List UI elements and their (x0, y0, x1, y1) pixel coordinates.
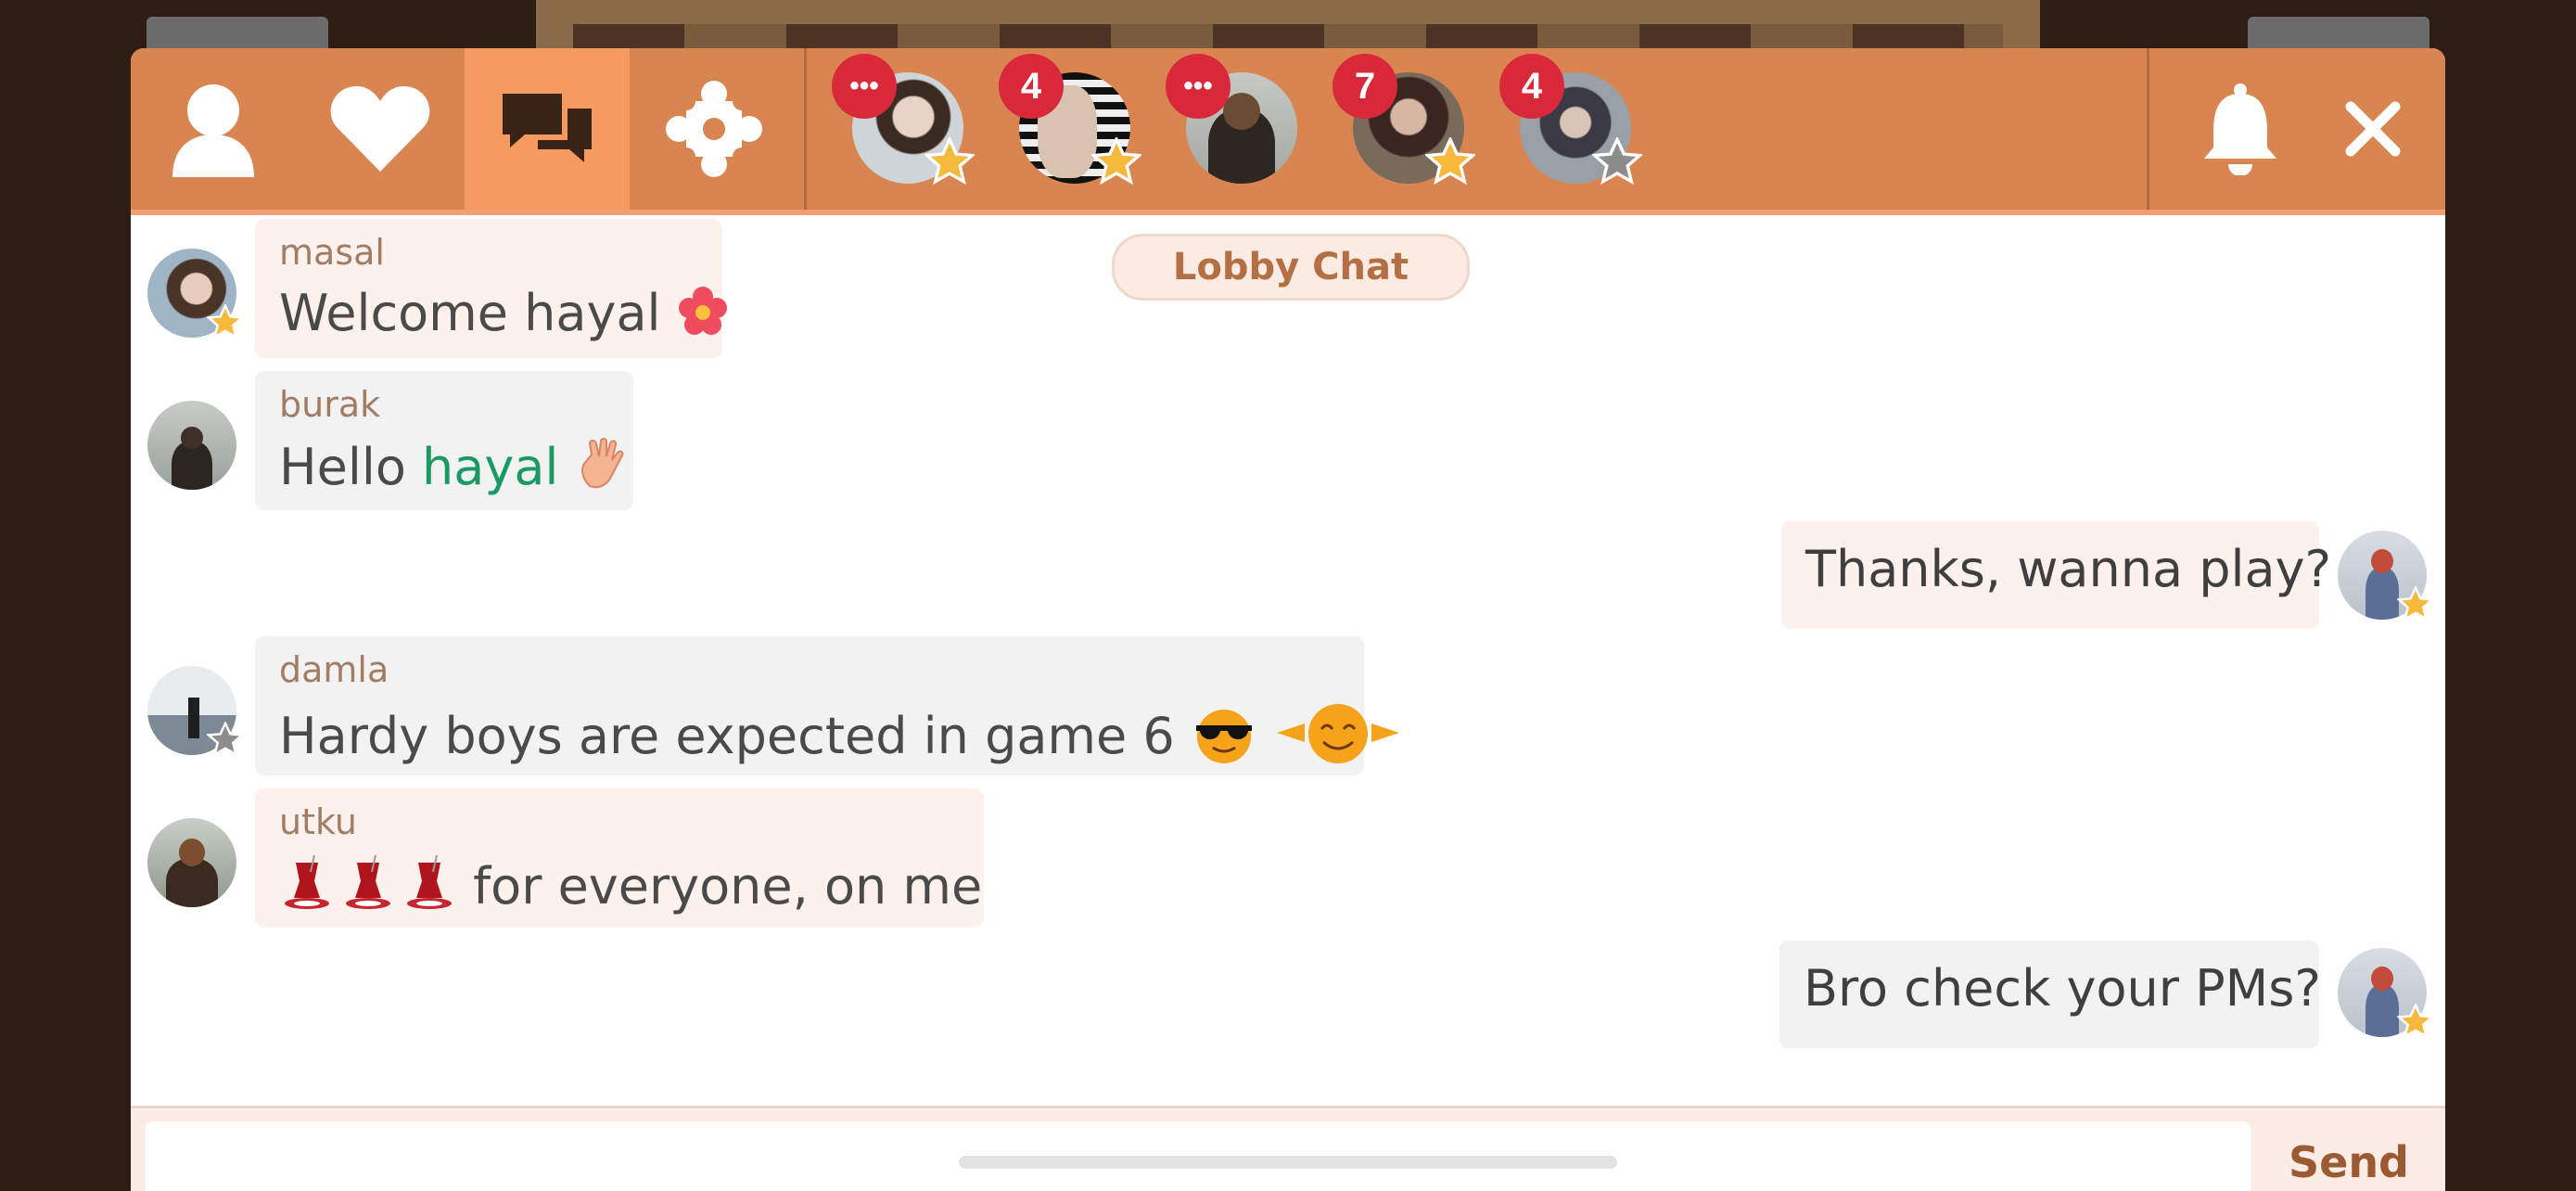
heart-icon (330, 86, 430, 172)
message-text-row: Welcome hayal (279, 284, 729, 342)
message-text: Bro check your PMs? (1804, 959, 2322, 1018)
chat-messages[interactable]: Lobby Chat masal Welcome hayal burak Hel… (131, 215, 2445, 1106)
sunglasses-emoji-icon (1195, 710, 1252, 763)
message-text: for everyone, on me (457, 857, 983, 916)
hug-emoji-icon (1277, 704, 1400, 763)
unread-badge: 4 (999, 54, 1064, 119)
bell-icon (2204, 83, 2276, 175)
message-bubble: utku for everyone, on me (255, 788, 984, 928)
message-composer: Send (131, 1106, 2445, 1191)
unread-badge: ••• (1166, 54, 1231, 119)
message-text-row: for everyone, on me (279, 853, 982, 916)
tea-glass-icon (346, 854, 390, 909)
star-icon (207, 304, 244, 339)
conversation-avatar-1[interactable]: ••• (832, 54, 975, 186)
star-icon (925, 137, 975, 186)
message-bubble: burak Hello hayal (255, 371, 633, 510)
chat-panel: ••• 4 ••• 7 4 Lobby Chat masal Welcome h… (131, 48, 2445, 1191)
conversation-avatar-4[interactable]: 7 (1333, 54, 1475, 186)
message-username[interactable]: burak (279, 384, 380, 425)
tab-chat[interactable] (465, 48, 630, 210)
close-icon (2345, 101, 2401, 157)
unread-badge: 4 (1499, 54, 1564, 119)
mention-link[interactable]: hayal (422, 438, 558, 496)
top-toolbar: ••• 4 ••• 7 4 (131, 48, 2445, 215)
tab-profile[interactable] (131, 48, 296, 210)
own-message-bubble: Bro check your PMs? (1779, 941, 2322, 1048)
star-icon (1091, 137, 1141, 186)
background-game-board (536, 0, 2040, 50)
own-message-bubble: Thanks, wanna play? (1781, 521, 2331, 629)
tea-glass-icon (407, 854, 452, 909)
unread-badge: ••• (832, 54, 897, 119)
chat-bubbles-icon (503, 94, 592, 162)
message-text: Hardy boys are expected in game 6 (279, 707, 1175, 765)
message-bubble: masal Welcome hayal (255, 219, 727, 358)
message-text: Hello (279, 438, 423, 496)
star-icon (207, 722, 244, 757)
star-icon (2397, 586, 2434, 621)
close-button[interactable] (2301, 48, 2445, 210)
star-icon (1425, 137, 1475, 186)
message-username[interactable]: utku (279, 801, 357, 842)
avatar[interactable] (147, 401, 236, 490)
star-icon (2397, 1004, 2434, 1039)
message-text: Thanks, wanna play? (1805, 540, 2332, 598)
flower-emoji-icon (678, 287, 727, 335)
conversation-avatar-2[interactable]: 4 (999, 54, 1141, 186)
conversation-avatar-3[interactable]: ••• (1166, 54, 1297, 184)
message-text-row: Hardy boys are expected in game 6 (279, 701, 1403, 766)
home-indicator (959, 1156, 1617, 1169)
notifications-button[interactable] (2158, 48, 2323, 210)
message-bubble: damla Hardy boys are expected in game 6 (255, 636, 1400, 775)
message-username[interactable]: masal (279, 232, 385, 273)
waving-hand-emoji-icon (580, 438, 624, 489)
toolbar-separator (804, 48, 807, 210)
puzzle-icon (666, 81, 762, 177)
unread-badge: 7 (1333, 54, 1397, 119)
message-text: Welcome hayal (279, 284, 661, 342)
message-username[interactable]: damla (279, 649, 389, 690)
room-label: Lobby Chat (1112, 234, 1470, 301)
tea-glass-icon (285, 854, 329, 909)
user-icon (172, 84, 254, 177)
message-text-row: Hello hayal (279, 436, 631, 496)
tab-games[interactable] (631, 48, 797, 210)
conversation-avatar-5[interactable]: 4 (1499, 54, 1642, 186)
star-icon (1592, 137, 1642, 186)
tab-favorites[interactable] (298, 48, 463, 210)
toolbar-separator (2147, 48, 2149, 210)
avatar[interactable] (147, 818, 236, 907)
send-button[interactable]: Send (2265, 1125, 2432, 1191)
